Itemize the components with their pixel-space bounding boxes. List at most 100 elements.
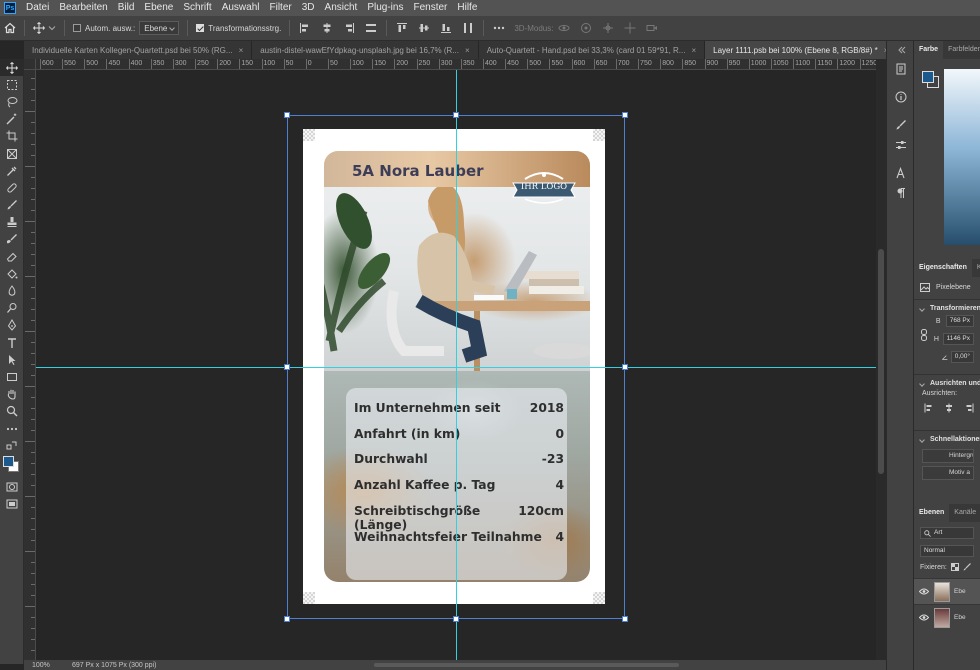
quick-mask-button[interactable] <box>0 478 24 495</box>
tool-brush[interactable] <box>0 197 24 214</box>
tool-more[interactable] <box>0 420 24 437</box>
align-top-edges-button[interactable] <box>395 21 409 35</box>
menu-auswahl[interactable]: Auswahl <box>217 0 265 16</box>
menu-bild[interactable]: Bild <box>113 0 140 16</box>
color-picker-field[interactable] <box>944 69 980 245</box>
tool-move[interactable] <box>0 59 24 77</box>
tool-clone-stamp[interactable] <box>0 214 24 231</box>
eye-icon[interactable] <box>914 614 934 621</box>
tab-kollegen-quartett[interactable]: Individuelle Karten Kollegen-Quartett.ps… <box>24 41 253 59</box>
layer-item[interactable]: Ebe <box>914 578 980 604</box>
color-panel-foreground-swatch[interactable] <box>922 71 934 83</box>
menu-hilfe[interactable]: Hilfe <box>452 0 482 16</box>
lock-transparency-icon[interactable] <box>950 563 959 571</box>
tool-path-selection[interactable] <box>0 351 24 368</box>
tool-magic-wand[interactable] <box>0 111 24 128</box>
menu-ebene[interactable]: Ebene <box>139 0 178 16</box>
brush-settings-button[interactable] <box>887 115 915 135</box>
tool-dodge[interactable] <box>0 300 24 317</box>
tool-hand[interactable] <box>0 386 24 403</box>
more-options-button[interactable] <box>492 21 506 35</box>
tool-eyedropper[interactable] <box>0 162 24 179</box>
close-icon[interactable]: × <box>465 46 470 55</box>
screen-mode-button[interactable] <box>0 496 24 513</box>
tool-paint-bucket[interactable] <box>0 265 24 282</box>
history-panel-button[interactable] <box>887 59 915 79</box>
horizontal-scrollbar-thumb[interactable] <box>374 663 679 667</box>
ruler-origin[interactable] <box>24 59 36 70</box>
transform-handle-top-left[interactable] <box>284 112 290 118</box>
lock-pixels-brush-icon[interactable] <box>963 563 971 571</box>
tab-color[interactable]: Farbe <box>914 41 944 59</box>
layer-item[interactable]: Ebe <box>914 604 980 630</box>
transform-handle-bottom-left[interactable] <box>284 616 290 622</box>
auto-select-toggle[interactable]: Autom. ausw.: Ebene <box>69 16 183 41</box>
align-right-icon[interactable] <box>964 403 974 413</box>
transform-section-header[interactable]: Transformieren <box>914 299 980 312</box>
transform-controls-toggle[interactable]: Transformationsstrg. <box>192 16 285 41</box>
tool-eraser[interactable] <box>0 248 24 265</box>
tab-unsplash-photo[interactable]: austin-distel-wawEfYdpkag-unsplash.jpg b… <box>252 41 479 59</box>
vertical-scrollbar[interactable] <box>876 59 886 664</box>
document-canvas[interactable]: 5A Nora Lauber IHR LOGO Im Unternehmen s… <box>36 70 876 660</box>
character-panel-button[interactable] <box>887 163 915 183</box>
close-icon[interactable]: × <box>691 46 696 55</box>
tab-layers[interactable]: Ebenen <box>914 504 950 522</box>
tool-healing-brush[interactable] <box>0 179 24 196</box>
align-horizontal-centers-button[interactable] <box>320 21 334 35</box>
tab-layer-1111[interactable]: Layer 1111.psb bei 100% (Ebene 8, RGB/8#… <box>705 41 886 59</box>
menu-3d[interactable]: 3D <box>297 0 320 16</box>
document-info[interactable]: 697 Px x 1075 Px (300 ppi) <box>54 662 156 669</box>
tool-frame[interactable] <box>0 145 24 162</box>
tool-history-brush[interactable] <box>0 231 24 248</box>
menu-datei[interactable]: Datei <box>21 0 54 16</box>
transform-handle-bottom[interactable] <box>453 616 459 622</box>
align-center-icon[interactable] <box>944 403 954 413</box>
close-icon[interactable]: × <box>239 46 244 55</box>
transform-handle-left[interactable] <box>284 364 290 370</box>
select-subject-button[interactable]: Motiv a <box>922 466 974 480</box>
eye-icon[interactable] <box>914 588 934 595</box>
adjustments-button[interactable] <box>887 135 915 155</box>
horizontal-ruler[interactable]: 600 550 500 450 400 350 300 250 200 150 100 50 0 50 10… <box>36 59 876 70</box>
quick-actions-section-header[interactable]: Schnellaktionen <box>914 430 980 443</box>
menu-plugins[interactable]: Plug-ins <box>362 0 408 16</box>
width-field[interactable]: 768 Px <box>945 315 974 327</box>
align-section-header[interactable]: Ausrichten und <box>914 374 980 387</box>
tab-auto-quartett[interactable]: Auto-Quartett - Hand.psd bei 33,3% (card… <box>478 41 706 59</box>
3d-pan-button[interactable] <box>601 21 615 35</box>
transform-handle-right[interactable] <box>622 364 628 370</box>
tool-pen[interactable] <box>0 317 24 334</box>
move-tool-preset-button[interactable] <box>29 16 60 41</box>
distribute-button[interactable] <box>364 21 378 35</box>
tool-marquee[interactable] <box>0 76 24 93</box>
transform-handle-top-right[interactable] <box>622 112 628 118</box>
3d-orbit-button[interactable] <box>557 21 571 35</box>
foreground-color-swatch[interactable] <box>3 456 14 468</box>
collapse-panels-button[interactable] <box>887 41 915 59</box>
tool-lasso[interactable] <box>0 93 24 110</box>
tool-type[interactable] <box>0 334 24 351</box>
tab-properties[interactable]: Eigenschaften <box>914 259 972 277</box>
align-vertical-centers-button[interactable] <box>417 21 431 35</box>
zoom-level[interactable]: 100% <box>24 662 54 669</box>
transform-bounding-box[interactable] <box>284 112 628 622</box>
menu-filter[interactable]: Filter <box>265 0 297 16</box>
menu-bearbeiten[interactable]: Bearbeiten <box>54 0 112 16</box>
transform-handle-bottom-right[interactable] <box>622 616 628 622</box>
color-swatches[interactable] <box>0 454 24 478</box>
align-left-icon[interactable] <box>924 403 934 413</box>
swap-colors-button[interactable] <box>0 437 24 454</box>
align-bottom-edges-button[interactable] <box>439 21 453 35</box>
menu-schrift[interactable]: Schrift <box>178 0 216 16</box>
align-right-edges-button[interactable] <box>342 21 356 35</box>
remove-background-button[interactable]: Hintergrund <box>922 449 974 463</box>
tool-crop[interactable] <box>0 128 24 145</box>
auto-select-checkbox[interactable] <box>73 24 81 32</box>
angle-field[interactable]: 0,00° <box>950 351 974 363</box>
blend-mode-dropdown[interactable]: Normal <box>920 545 974 557</box>
paragraph-panel-button[interactable] <box>887 183 915 203</box>
3d-roll-button[interactable] <box>579 21 593 35</box>
transform-controls-checkbox[interactable] <box>196 24 205 32</box>
scrollbar-thumb[interactable] <box>878 249 884 474</box>
